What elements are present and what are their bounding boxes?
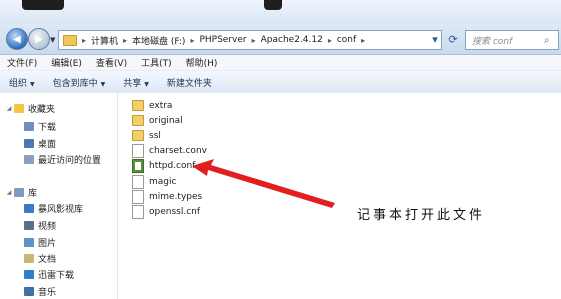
annotation-arrow bbox=[192, 159, 335, 208]
annotation-text: 记事本打开此文件 bbox=[357, 208, 486, 223]
arrow-shape bbox=[192, 159, 335, 208]
explorer-window: ◀ ▶ ▼ ▸ 计算机 ▸ 本地磁盘 (F:) ▸ PHPServer ▸ Ap… bbox=[0, 0, 561, 299]
